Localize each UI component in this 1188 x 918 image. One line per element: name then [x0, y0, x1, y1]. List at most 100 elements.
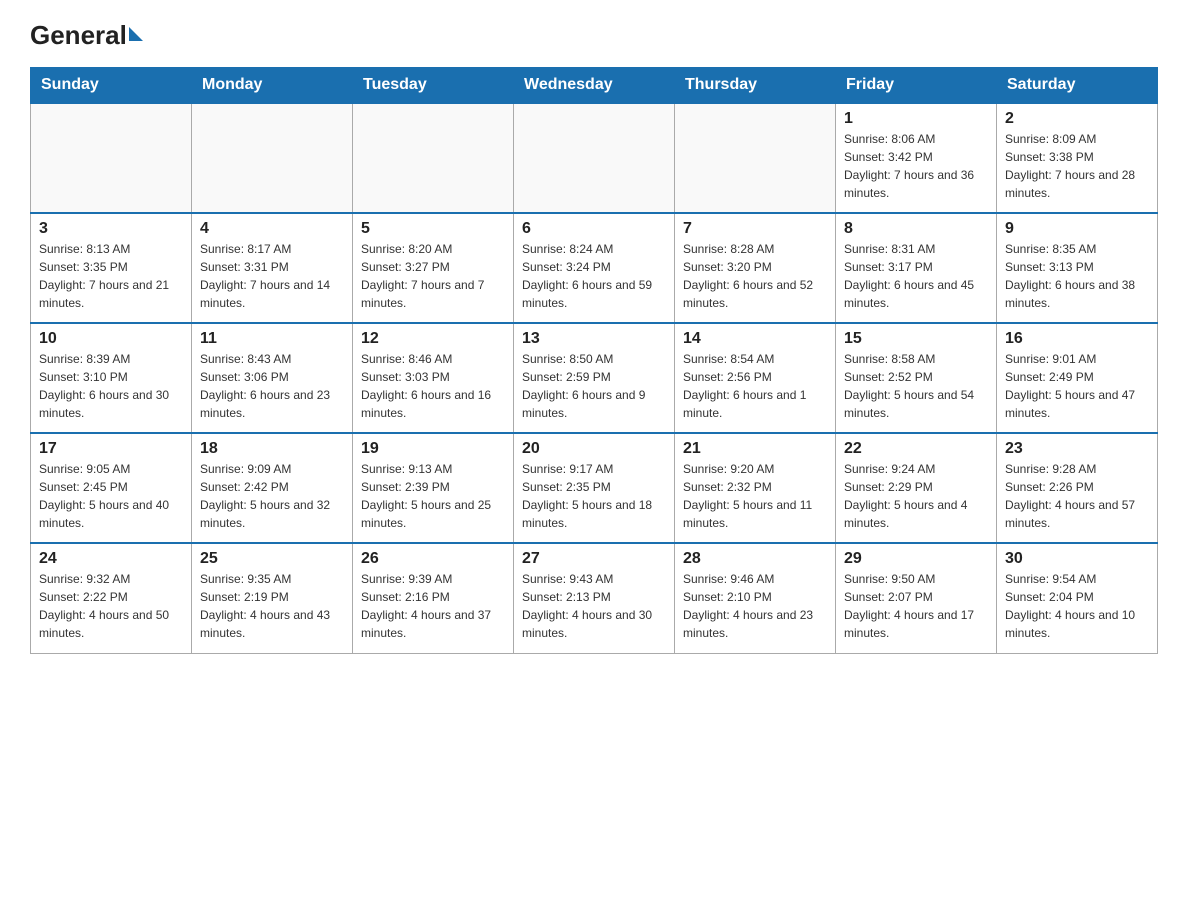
weekday-header-wednesday: Wednesday: [514, 68, 675, 104]
day-info: Sunrise: 9:39 AMSunset: 2:16 PMDaylight:…: [361, 570, 505, 642]
day-info: Sunrise: 9:01 AMSunset: 2:49 PMDaylight:…: [1005, 350, 1149, 422]
day-number: 5: [361, 220, 505, 238]
day-number: 27: [522, 550, 666, 568]
day-info: Sunrise: 8:35 AMSunset: 3:13 PMDaylight:…: [1005, 240, 1149, 312]
day-number: 14: [683, 330, 827, 348]
day-info: Sunrise: 8:17 AMSunset: 3:31 PMDaylight:…: [200, 240, 344, 312]
logo-general: General: [30, 20, 127, 51]
day-info: Sunrise: 8:20 AMSunset: 3:27 PMDaylight:…: [361, 240, 505, 312]
calendar-cell: 1 Sunrise: 8:06 AMSunset: 3:42 PMDaylight…: [836, 103, 997, 213]
day-info: Sunrise: 9:28 AMSunset: 2:26 PMDaylight:…: [1005, 460, 1149, 532]
calendar-cell: 3Sunrise: 8:13 AMSunset: 3:35 PMDaylight…: [31, 213, 192, 323]
day-info: Sunrise: 8:58 AMSunset: 2:52 PMDaylight:…: [844, 350, 988, 422]
day-info: Sunrise: 9:05 AMSunset: 2:45 PMDaylight:…: [39, 460, 183, 532]
day-number: 21: [683, 440, 827, 458]
day-number: 26: [361, 550, 505, 568]
calendar-cell: [192, 103, 353, 213]
calendar-cell: 21 Sunrise: 9:20 AMSunset: 2:32 PMDayligh…: [675, 433, 836, 543]
calendar-cell: 5 Sunrise: 8:20 AMSunset: 3:27 PMDaylight…: [353, 213, 514, 323]
day-info: Sunrise: 9:24 AMSunset: 2:29 PMDaylight:…: [844, 460, 988, 532]
calendar-cell: 22Sunrise: 9:24 AMSunset: 2:29 PMDayligh…: [836, 433, 997, 543]
calendar-cell: [31, 103, 192, 213]
weekday-header-sunday: Sunday: [31, 68, 192, 104]
day-number: 25: [200, 550, 344, 568]
day-info: Sunrise: 8:13 AMSunset: 3:35 PMDaylight:…: [39, 240, 183, 312]
calendar-cell: 23 Sunrise: 9:28 AMSunset: 2:26 PMDayligh…: [997, 433, 1158, 543]
day-info: Sunrise: 9:54 AMSunset: 2:04 PMDaylight:…: [1005, 570, 1149, 642]
calendar-cell: 14 Sunrise: 8:54 AMSunset: 2:56 PMDayligh…: [675, 323, 836, 433]
day-info: Sunrise: 8:43 AMSunset: 3:06 PMDaylight:…: [200, 350, 344, 422]
calendar-cell: 26 Sunrise: 9:39 AMSunset: 2:16 PMDayligh…: [353, 543, 514, 653]
day-info: Sunrise: 9:13 AMSunset: 2:39 PMDaylight:…: [361, 460, 505, 532]
day-info: Sunrise: 8:54 AMSunset: 2:56 PMDaylight:…: [683, 350, 827, 422]
calendar-cell: 30 Sunrise: 9:54 AMSunset: 2:04 PMDayligh…: [997, 543, 1158, 653]
day-number: 12: [361, 330, 505, 348]
weekday-header-thursday: Thursday: [675, 68, 836, 104]
calendar-cell: 17 Sunrise: 9:05 AMSunset: 2:45 PMDayligh…: [31, 433, 192, 543]
weekday-header-saturday: Saturday: [997, 68, 1158, 104]
calendar-cell: 7 Sunrise: 8:28 AMSunset: 3:20 PMDaylight…: [675, 213, 836, 323]
day-number: 4: [200, 220, 344, 238]
weekday-header-tuesday: Tuesday: [353, 68, 514, 104]
day-number: 2: [1005, 110, 1149, 128]
calendar-cell: 19 Sunrise: 9:13 AMSunset: 2:39 PMDayligh…: [353, 433, 514, 543]
calendar-cell: [353, 103, 514, 213]
day-number: 6: [522, 220, 666, 238]
calendar-cell: 25 Sunrise: 9:35 AMSunset: 2:19 PMDayligh…: [192, 543, 353, 653]
calendar-cell: 28 Sunrise: 9:46 AMSunset: 2:10 PMDayligh…: [675, 543, 836, 653]
weekday-header-row: SundayMondayTuesdayWednesdayThursdayFrid…: [31, 68, 1158, 104]
calendar-table: SundayMondayTuesdayWednesdayThursdayFrid…: [30, 67, 1158, 654]
week-row-2: 3Sunrise: 8:13 AMSunset: 3:35 PMDaylight…: [31, 213, 1158, 323]
calendar-cell: 6 Sunrise: 8:24 AMSunset: 3:24 PMDaylight…: [514, 213, 675, 323]
day-info: Sunrise: 8:09 AMSunset: 3:38 PMDaylight:…: [1005, 130, 1149, 202]
calendar-cell: 27 Sunrise: 9:43 AMSunset: 2:13 PMDayligh…: [514, 543, 675, 653]
calendar-cell: 2 Sunrise: 8:09 AMSunset: 3:38 PMDaylight…: [997, 103, 1158, 213]
calendar-header: SundayMondayTuesdayWednesdayThursdayFrid…: [31, 68, 1158, 104]
calendar-cell: 15 Sunrise: 8:58 AMSunset: 2:52 PMDayligh…: [836, 323, 997, 433]
day-number: 15: [844, 330, 988, 348]
day-info: Sunrise: 9:35 AMSunset: 2:19 PMDaylight:…: [200, 570, 344, 642]
calendar-cell: 29Sunrise: 9:50 AMSunset: 2:07 PMDayligh…: [836, 543, 997, 653]
day-info: Sunrise: 8:24 AMSunset: 3:24 PMDaylight:…: [522, 240, 666, 312]
calendar-cell: 4 Sunrise: 8:17 AMSunset: 3:31 PMDaylight…: [192, 213, 353, 323]
day-number: 28: [683, 550, 827, 568]
day-info: Sunrise: 8:06 AMSunset: 3:42 PMDaylight:…: [844, 130, 988, 202]
day-info: Sunrise: 8:39 AMSunset: 3:10 PMDaylight:…: [39, 350, 183, 422]
week-row-1: 1 Sunrise: 8:06 AMSunset: 3:42 PMDaylight…: [31, 103, 1158, 213]
day-number: 23: [1005, 440, 1149, 458]
day-info: Sunrise: 9:46 AMSunset: 2:10 PMDaylight:…: [683, 570, 827, 642]
week-row-5: 24Sunrise: 9:32 AMSunset: 2:22 PMDayligh…: [31, 543, 1158, 653]
day-info: Sunrise: 9:20 AMSunset: 2:32 PMDaylight:…: [683, 460, 827, 532]
logo: General: [30, 20, 143, 51]
calendar-cell: 12Sunrise: 8:46 AMSunset: 3:03 PMDayligh…: [353, 323, 514, 433]
calendar-cell: 20Sunrise: 9:17 AMSunset: 2:35 PMDayligh…: [514, 433, 675, 543]
day-info: Sunrise: 9:43 AMSunset: 2:13 PMDaylight:…: [522, 570, 666, 642]
day-number: 18: [200, 440, 344, 458]
calendar-cell: 9Sunrise: 8:35 AMSunset: 3:13 PMDaylight…: [997, 213, 1158, 323]
day-info: Sunrise: 8:28 AMSunset: 3:20 PMDaylight:…: [683, 240, 827, 312]
day-info: Sunrise: 9:09 AMSunset: 2:42 PMDaylight:…: [200, 460, 344, 532]
calendar-cell: 11 Sunrise: 8:43 AMSunset: 3:06 PMDayligh…: [192, 323, 353, 433]
day-number: 1: [844, 110, 988, 128]
calendar-cell: 24Sunrise: 9:32 AMSunset: 2:22 PMDayligh…: [31, 543, 192, 653]
day-number: 13: [522, 330, 666, 348]
calendar-cell: 16 Sunrise: 9:01 AMSunset: 2:49 PMDayligh…: [997, 323, 1158, 433]
day-number: 19: [361, 440, 505, 458]
calendar-cell: 8Sunrise: 8:31 AMSunset: 3:17 PMDaylight…: [836, 213, 997, 323]
calendar-body: 1 Sunrise: 8:06 AMSunset: 3:42 PMDaylight…: [31, 103, 1158, 653]
day-number: 7: [683, 220, 827, 238]
day-number: 11: [200, 330, 344, 348]
week-row-4: 17 Sunrise: 9:05 AMSunset: 2:45 PMDayligh…: [31, 433, 1158, 543]
calendar-cell: [514, 103, 675, 213]
day-number: 20: [522, 440, 666, 458]
day-number: 16: [1005, 330, 1149, 348]
weekday-header-monday: Monday: [192, 68, 353, 104]
weekday-header-friday: Friday: [836, 68, 997, 104]
day-info: Sunrise: 9:50 AMSunset: 2:07 PMDaylight:…: [844, 570, 988, 642]
day-number: 8: [844, 220, 988, 238]
day-number: 30: [1005, 550, 1149, 568]
day-number: 17: [39, 440, 183, 458]
day-info: Sunrise: 8:50 AMSunset: 2:59 PMDaylight:…: [522, 350, 666, 422]
calendar-cell: 18 Sunrise: 9:09 AMSunset: 2:42 PMDayligh…: [192, 433, 353, 543]
week-row-3: 10Sunrise: 8:39 AMSunset: 3:10 PMDayligh…: [31, 323, 1158, 433]
